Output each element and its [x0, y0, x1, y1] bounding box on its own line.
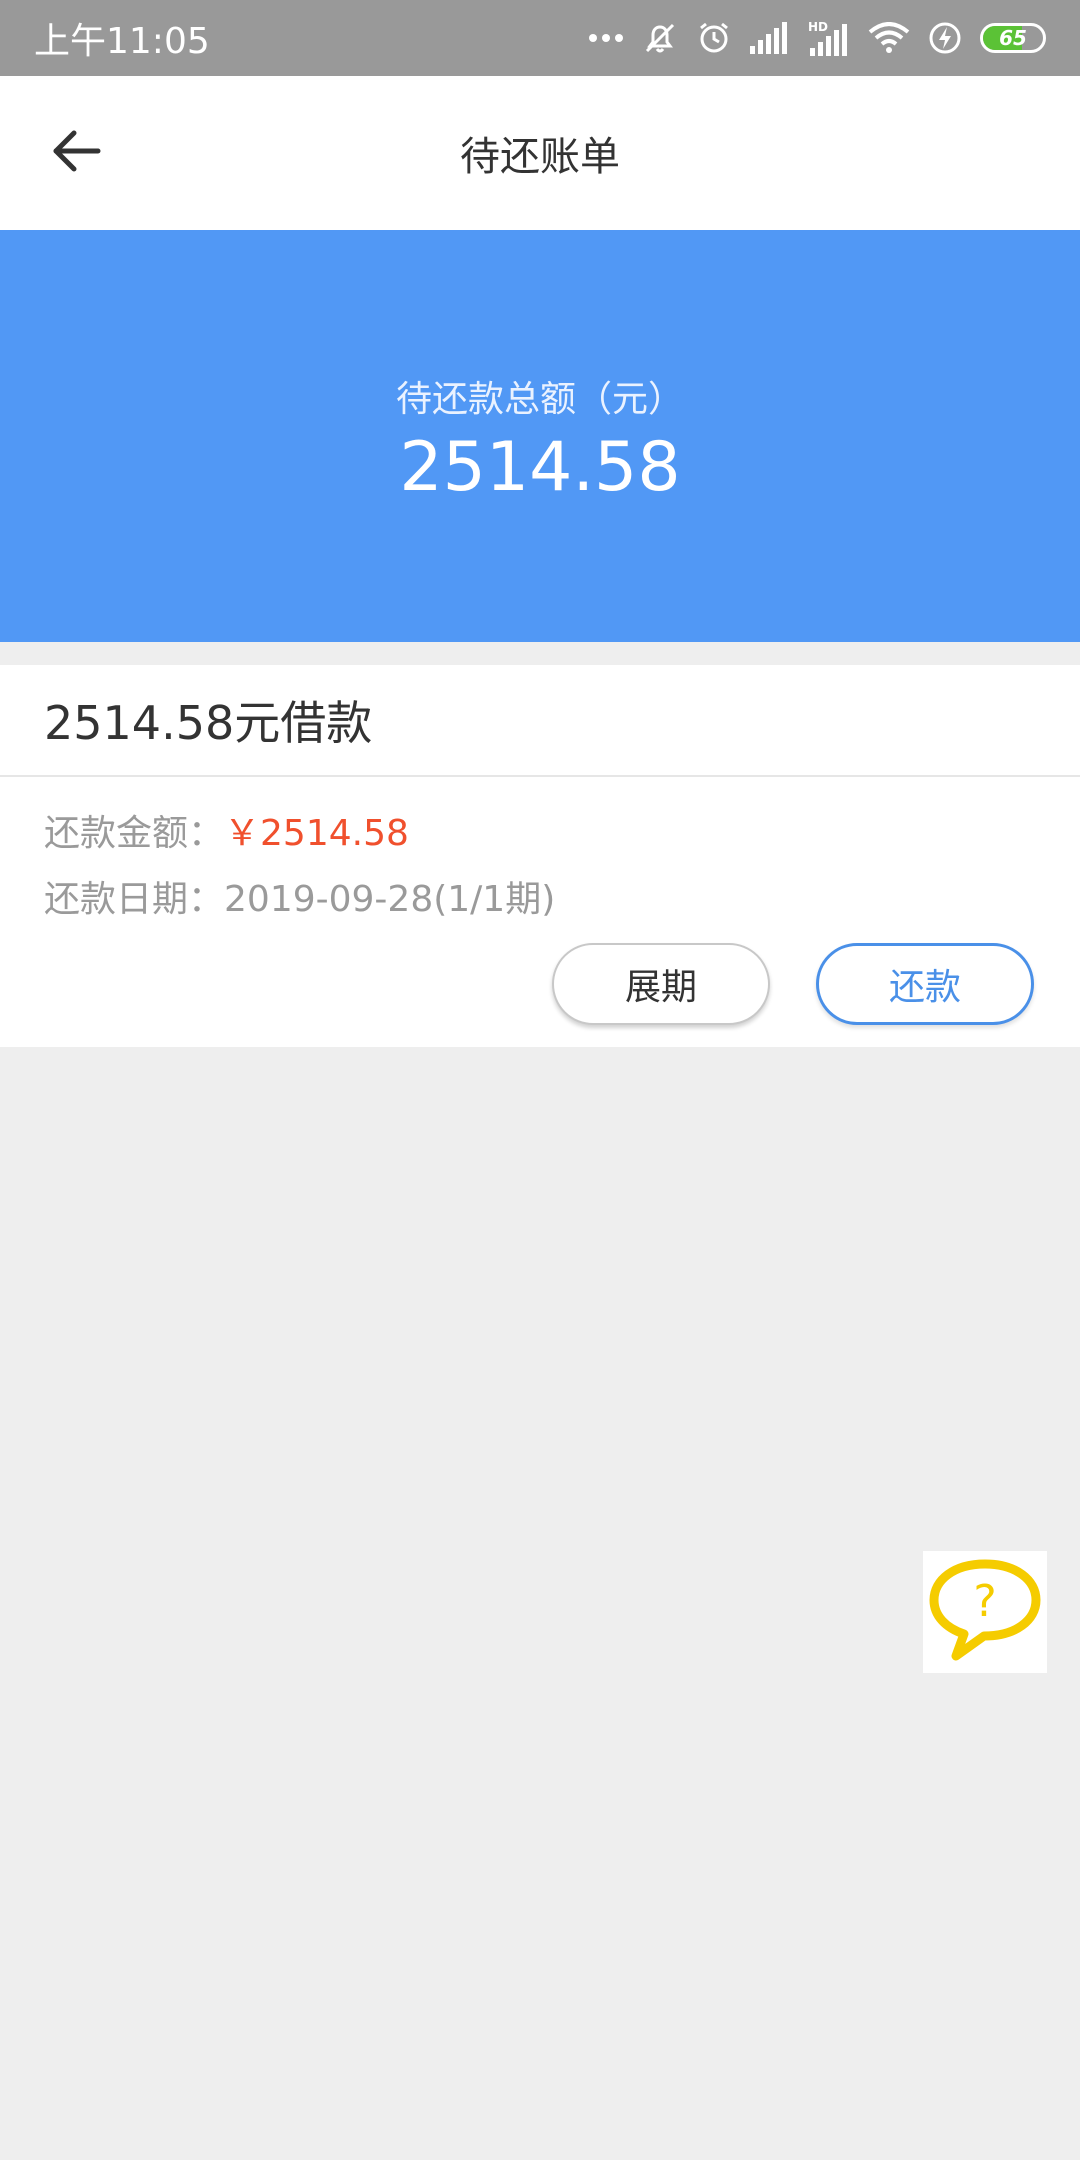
divider	[0, 775, 1080, 777]
loan-card: 2514.58元借款 还款金额： ￥2514.58 还款日期： 2019-09-…	[0, 665, 1080, 1047]
repayment-amount-row: 还款金额： ￥2514.58	[44, 805, 409, 855]
svg-text:HD: HD	[808, 20, 828, 34]
status-time: 上午11:05	[34, 21, 210, 62]
summary-label: 待还款总额（元）	[395, 379, 684, 420]
summary-banner: 待还款总额（元） 2514.58	[0, 230, 1080, 642]
alarm-icon	[696, 20, 732, 56]
help-button[interactable]: ?	[923, 1551, 1047, 1673]
hd-signal-icon: HD	[808, 20, 850, 56]
nav-bar: 待还账单	[0, 76, 1080, 230]
repay-button[interactable]: 还款	[816, 943, 1034, 1025]
status-bar: 上午11:05 HD 65	[0, 0, 1080, 76]
page-title: 待还账单	[460, 134, 620, 180]
mute-icon	[642, 20, 678, 56]
status-icons: HD 65	[588, 20, 1046, 56]
repayment-amount-value: ￥2514.58	[224, 813, 409, 854]
question-chat-icon: ?	[926, 1554, 1044, 1670]
back-button[interactable]	[40, 116, 114, 190]
svg-text:?: ?	[973, 1576, 996, 1627]
signal-icon	[750, 22, 790, 54]
extend-button[interactable]: 展期	[552, 943, 770, 1025]
repayment-date-value: 2019-09-28(1/1期)	[224, 879, 556, 920]
repayment-amount-label: 还款金额：	[44, 813, 225, 854]
more-dots-icon	[588, 33, 624, 43]
loan-title: 2514.58元借款	[44, 696, 373, 750]
wifi-icon	[868, 22, 910, 54]
battery-level: 65	[999, 26, 1027, 50]
repayment-date-label: 还款日期：	[44, 879, 225, 920]
battery-icon: 65	[980, 23, 1046, 53]
summary-amount: 2514.58	[399, 428, 681, 507]
charging-icon	[928, 21, 962, 55]
repayment-date-row: 还款日期： 2019-09-28(1/1期)	[44, 871, 555, 921]
arrow-left-icon	[52, 129, 102, 177]
